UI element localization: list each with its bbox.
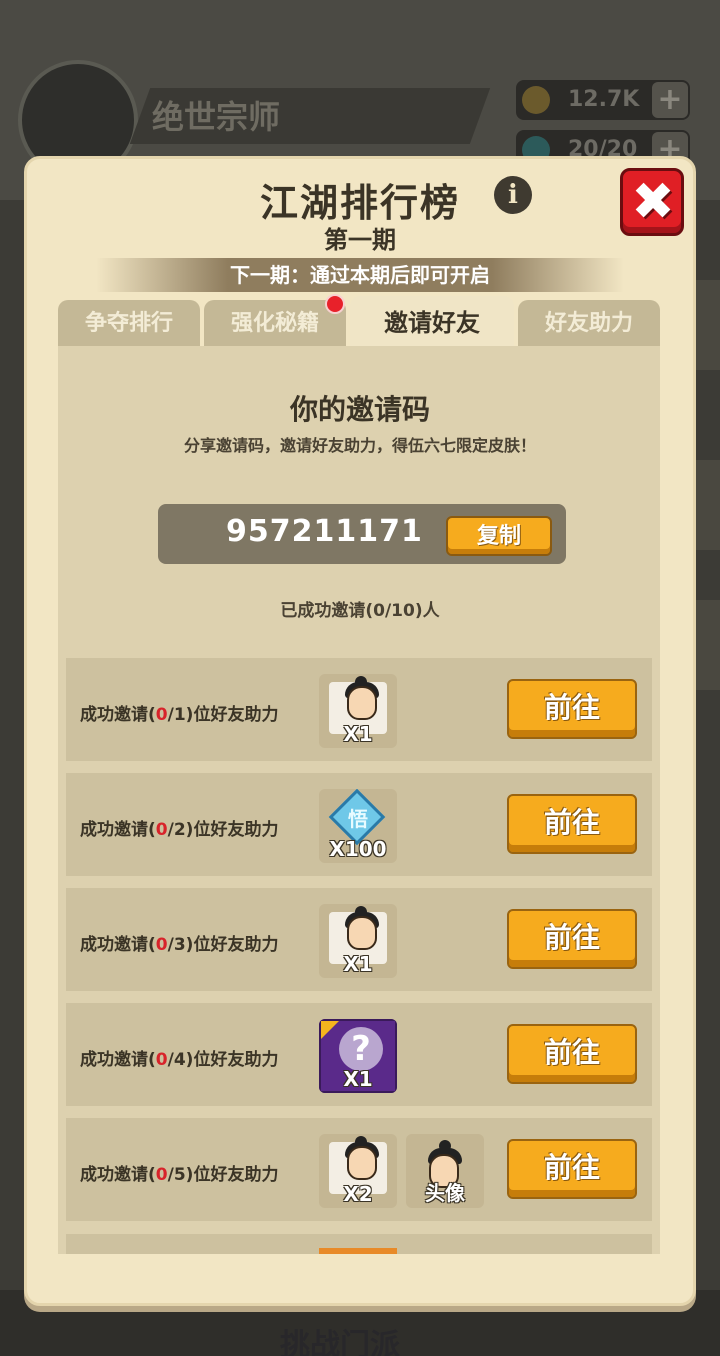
task-label: 成功邀请(0/2)位好友助力 [80,820,279,840]
reward-quantity: X1 [343,1067,373,1091]
reward-item[interactable]: X1 [319,904,397,978]
dialog-title: 江湖排行榜 [259,180,460,225]
invite-code-title: 你的邀请码 [289,393,430,426]
reward-item[interactable]: 头像 [406,1134,484,1208]
go-button[interactable]: 前往 [507,794,637,854]
task-row-partial [66,1234,652,1254]
reward-quantity: X1 [343,952,373,976]
bottom-title: 挑战门派 [280,1328,400,1356]
tab-compete-ranking[interactable]: 争夺排行 [58,300,200,346]
reward-item[interactable]: X1 [319,674,397,748]
invite-description: 分享邀请码，邀请好友助力，得伍六七限定皮肤！ [183,436,536,455]
reward-item[interactable]: 悟 X100 [319,789,397,863]
period-subtitle: 第一期 [324,226,396,254]
copy-button[interactable]: 复制 [446,516,552,556]
go-button[interactable]: 前往 [507,1024,637,1084]
next-period-banner: 下一期：通过本期后即可开启 [96,258,624,292]
reward-quantity: 头像 [425,1181,465,1205]
gold-amount: 12.7K [568,87,640,112]
gold-resource: 12.7K + [516,80,690,120]
tab-invite-friends[interactable]: 邀请好友 [350,296,514,348]
reward-item[interactable]: X2 [319,1134,397,1208]
add-gold-button: + [652,82,688,118]
task-row: 成功邀请(0/2)位好友助力 悟 X100 前往 [66,773,652,876]
reward-item[interactable]: ? X1 [319,1019,397,1093]
info-icon[interactable]: i [494,176,532,214]
tab-friend-assist[interactable]: 好友助力 [518,300,660,346]
go-button[interactable]: 前往 [507,909,637,969]
go-button[interactable]: 前往 [507,679,637,739]
notification-badge [325,294,345,314]
task-row: 成功邀请(0/1)位好友助力 X1 前往 [66,658,652,761]
task-label: 成功邀请(0/4)位好友助力 [80,1050,279,1070]
invited-count: 已成功邀请(0/10)人 [280,601,440,621]
task-row: 成功邀请(0/4)位好友助力 ? X1 前往 [66,1003,652,1106]
reward-quantity: X100 [329,837,387,861]
player-name: 绝世宗师 [152,98,281,136]
task-label: 成功邀请(0/1)位好友助力 [80,705,279,725]
go-button[interactable]: 前往 [507,1139,637,1199]
task-row: 成功邀请(0/3)位好友助力 X1 前往 [66,888,652,991]
task-label: 成功邀请(0/5)位好友助力 [80,1165,279,1185]
reward-quantity: X2 [343,1182,373,1206]
invite-code: 957211171 [226,514,423,549]
task-row: 成功邀请(0/5)位好友助力 X2 头像 前往 [66,1118,652,1221]
coin-icon [522,86,550,114]
task-label: 成功邀请(0/3)位好友助力 [80,935,279,955]
reward-quantity: X1 [343,722,373,746]
